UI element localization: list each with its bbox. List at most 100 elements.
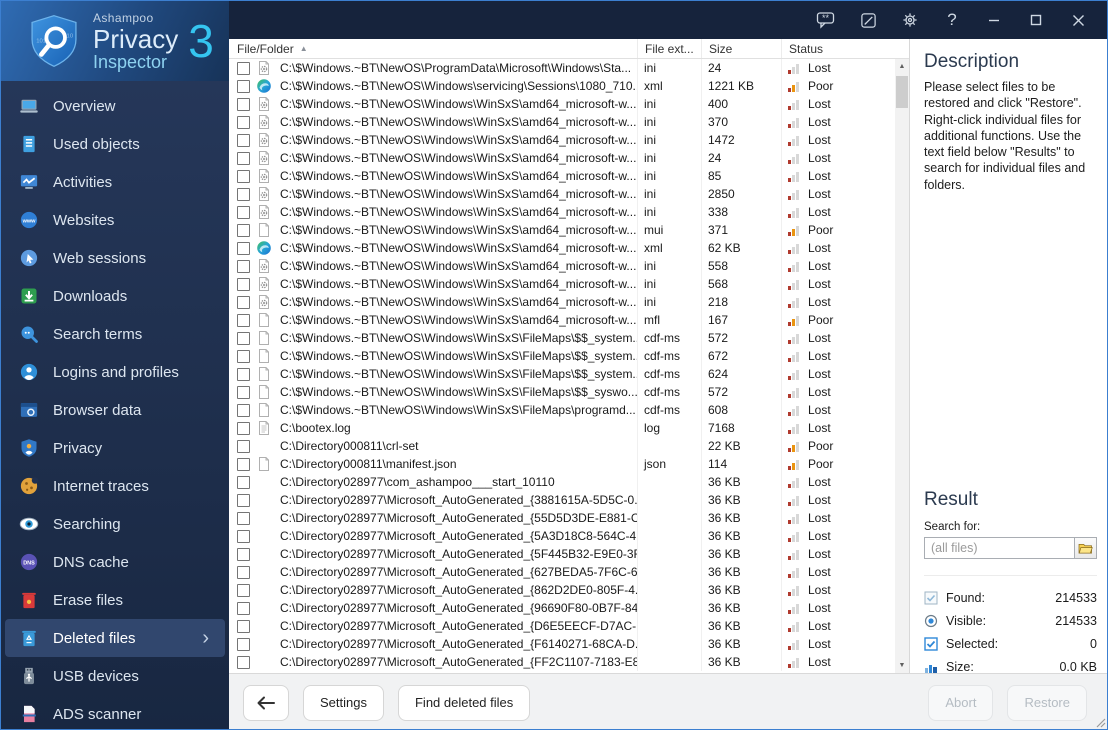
table-row[interactable]: C:\$Windows.~BT\NewOS\Windows\WinSxS\amd… bbox=[229, 113, 895, 131]
column-header-status[interactable]: Status bbox=[781, 39, 895, 58]
table-row[interactable]: C:\$Windows.~BT\NewOS\Windows\WinSxS\Fil… bbox=[229, 365, 895, 383]
search-input[interactable] bbox=[925, 538, 1074, 558]
table-row[interactable]: C:\$Windows.~BT\NewOS\Windows\WinSxS\amd… bbox=[229, 311, 895, 329]
table-row[interactable]: C:\$Windows.~BT\NewOS\Windows\servicing\… bbox=[229, 77, 895, 95]
row-checkbox[interactable] bbox=[237, 457, 250, 471]
row-checkbox[interactable] bbox=[237, 313, 250, 327]
vertical-scrollbar[interactable]: ▲ ▼ bbox=[895, 59, 909, 673]
row-checkbox[interactable] bbox=[237, 529, 250, 543]
table-row[interactable]: C:\Directory028977\Microsoft_AutoGenerat… bbox=[229, 617, 895, 635]
table-row[interactable]: C:\Directory000811\crl-set 22 KB Poor bbox=[229, 437, 895, 455]
browse-folder-button[interactable] bbox=[1074, 538, 1096, 558]
table-row[interactable]: C:\Directory028977\Microsoft_AutoGenerat… bbox=[229, 491, 895, 509]
row-checkbox[interactable] bbox=[237, 115, 250, 129]
row-checkbox[interactable] bbox=[237, 79, 250, 93]
help-icon[interactable]: ? bbox=[935, 6, 969, 34]
row-checkbox[interactable] bbox=[237, 511, 250, 525]
row-checkbox[interactable] bbox=[237, 133, 250, 147]
settings-icon[interactable] bbox=[893, 6, 927, 34]
row-checkbox[interactable] bbox=[237, 205, 250, 219]
table-row[interactable]: C:\Directory028977\Microsoft_AutoGenerat… bbox=[229, 635, 895, 653]
minimize-icon[interactable] bbox=[977, 6, 1011, 34]
sidebar-item-activities[interactable]: Activities bbox=[1, 163, 229, 201]
row-checkbox[interactable] bbox=[237, 403, 250, 417]
sidebar-item-websites[interactable]: www Websites bbox=[1, 201, 229, 239]
column-header-file-folder[interactable]: File/Folder ▲ bbox=[229, 39, 637, 58]
row-checkbox[interactable] bbox=[237, 187, 250, 201]
row-checkbox[interactable] bbox=[237, 331, 250, 345]
table-row[interactable]: C:\Directory028977\Microsoft_AutoGenerat… bbox=[229, 599, 895, 617]
settings-button[interactable]: Settings bbox=[303, 684, 384, 721]
table-row[interactable]: C:\$Windows.~BT\NewOS\Windows\WinSxS\amd… bbox=[229, 221, 895, 239]
feedback-icon[interactable]: ** bbox=[809, 6, 843, 34]
row-checkbox[interactable] bbox=[237, 277, 250, 291]
table-row[interactable]: C:\$Windows.~BT\NewOS\Windows\WinSxS\amd… bbox=[229, 185, 895, 203]
sidebar-item-privacy[interactable]: Privacy bbox=[1, 429, 229, 467]
table-row[interactable]: C:\$Windows.~BT\NewOS\Windows\WinSxS\amd… bbox=[229, 149, 895, 167]
sidebar-item-browser-data[interactable]: Browser data bbox=[1, 391, 229, 429]
row-checkbox[interactable] bbox=[237, 223, 250, 237]
sidebar-item-usb-devices[interactable]: USB devices bbox=[1, 657, 229, 695]
back-button[interactable] bbox=[243, 684, 289, 721]
row-checkbox[interactable] bbox=[237, 97, 250, 111]
row-checkbox[interactable] bbox=[237, 619, 250, 633]
row-checkbox[interactable] bbox=[237, 367, 250, 381]
table-row[interactable]: C:\$Windows.~BT\NewOS\Windows\WinSxS\amd… bbox=[229, 257, 895, 275]
row-checkbox[interactable] bbox=[237, 349, 250, 363]
table-row[interactable]: C:\Directory028977\Microsoft_AutoGenerat… bbox=[229, 509, 895, 527]
row-checkbox[interactable] bbox=[237, 61, 250, 75]
resize-grip-icon[interactable] bbox=[1096, 718, 1106, 728]
table-row[interactable]: C:\$Windows.~BT\NewOS\Windows\WinSxS\amd… bbox=[229, 131, 895, 149]
row-checkbox[interactable] bbox=[237, 241, 250, 255]
notes-icon[interactable] bbox=[851, 6, 885, 34]
table-row[interactable]: C:\$Windows.~BT\NewOS\Windows\WinSxS\Fil… bbox=[229, 401, 895, 419]
sidebar-item-deleted-files[interactable]: Deleted files › bbox=[5, 619, 225, 657]
table-row[interactable]: C:\Directory028977\Microsoft_AutoGenerat… bbox=[229, 653, 895, 671]
find-deleted-files-button[interactable]: Find deleted files bbox=[397, 684, 531, 721]
table-row[interactable]: C:\$Windows.~BT\NewOS\Windows\WinSxS\amd… bbox=[229, 95, 895, 113]
row-checkbox[interactable] bbox=[237, 565, 250, 579]
row-checkbox[interactable] bbox=[237, 385, 250, 399]
row-checkbox[interactable] bbox=[237, 151, 250, 165]
column-header-file-ext[interactable]: File ext... bbox=[637, 39, 701, 58]
table-row[interactable]: C:\Directory028977\Microsoft_AutoGenerat… bbox=[229, 563, 895, 581]
table-row[interactable]: C:\Directory028977\Microsoft_AutoGenerat… bbox=[229, 581, 895, 599]
table-row[interactable]: C:\$Windows.~BT\NewOS\Windows\WinSxS\Fil… bbox=[229, 329, 895, 347]
table-row[interactable]: C:\$Windows.~BT\NewOS\Windows\WinSxS\amd… bbox=[229, 203, 895, 221]
row-checkbox[interactable] bbox=[237, 583, 250, 597]
table-row[interactable]: C:\bootex.log log 7168 Lost bbox=[229, 419, 895, 437]
table-row[interactable]: C:\Directory028977\Microsoft_AutoGenerat… bbox=[229, 527, 895, 545]
sidebar-item-erase-files[interactable]: Erase files bbox=[1, 581, 229, 619]
table-row[interactable]: C:\Directory000811\manifest.json json 114 P… bbox=[229, 455, 895, 473]
close-icon[interactable] bbox=[1061, 6, 1095, 34]
table-row[interactable]: C:\$Windows.~BT\NewOS\Windows\WinSxS\amd… bbox=[229, 293, 895, 311]
sidebar-item-used-objects[interactable]: Used objects bbox=[1, 125, 229, 163]
table-row[interactable]: C:\$Windows.~BT\NewOS\ProgramData\Micros… bbox=[229, 59, 895, 77]
table-row[interactable]: C:\$Windows.~BT\NewOS\Windows\WinSxS\amd… bbox=[229, 239, 895, 257]
row-checkbox[interactable] bbox=[237, 655, 250, 669]
sidebar-item-search-terms[interactable]: Search terms bbox=[1, 315, 229, 353]
restore-button[interactable]: Restore bbox=[1007, 684, 1087, 721]
sidebar-item-ads-scanner[interactable]: ADS scanner bbox=[1, 695, 229, 729]
table-row[interactable]: C:\$Windows.~BT\NewOS\Windows\WinSxS\Fil… bbox=[229, 383, 895, 401]
table-row[interactable]: C:\Directory028977\com_ashampoo___start_… bbox=[229, 473, 895, 491]
abort-button[interactable]: Abort bbox=[928, 684, 994, 721]
row-checkbox[interactable] bbox=[237, 601, 250, 615]
table-row[interactable]: C:\$Windows.~BT\NewOS\Windows\WinSxS\amd… bbox=[229, 275, 895, 293]
sidebar-item-web-sessions[interactable]: Web sessions bbox=[1, 239, 229, 277]
sidebar-item-internet-traces[interactable]: Internet traces bbox=[1, 467, 229, 505]
column-header-size[interactable]: Size bbox=[701, 39, 781, 58]
scroll-down-icon[interactable]: ▼ bbox=[895, 658, 909, 673]
maximize-icon[interactable] bbox=[1019, 6, 1053, 34]
row-checkbox[interactable] bbox=[237, 493, 250, 507]
sidebar-item-logins-and-profiles[interactable]: Logins and profiles bbox=[1, 353, 229, 391]
sidebar-item-dns-cache[interactable]: DNS DNS cache bbox=[1, 543, 229, 581]
scrollbar-thumb[interactable] bbox=[896, 76, 908, 108]
row-checkbox[interactable] bbox=[237, 169, 250, 183]
row-checkbox[interactable] bbox=[237, 547, 250, 561]
table-row[interactable]: C:\Directory028977\Microsoft_AutoGenerat… bbox=[229, 545, 895, 563]
row-checkbox[interactable] bbox=[237, 421, 250, 435]
sidebar-item-overview[interactable]: Overview bbox=[1, 87, 229, 125]
row-checkbox[interactable] bbox=[237, 637, 250, 651]
sidebar-item-downloads[interactable]: Downloads bbox=[1, 277, 229, 315]
